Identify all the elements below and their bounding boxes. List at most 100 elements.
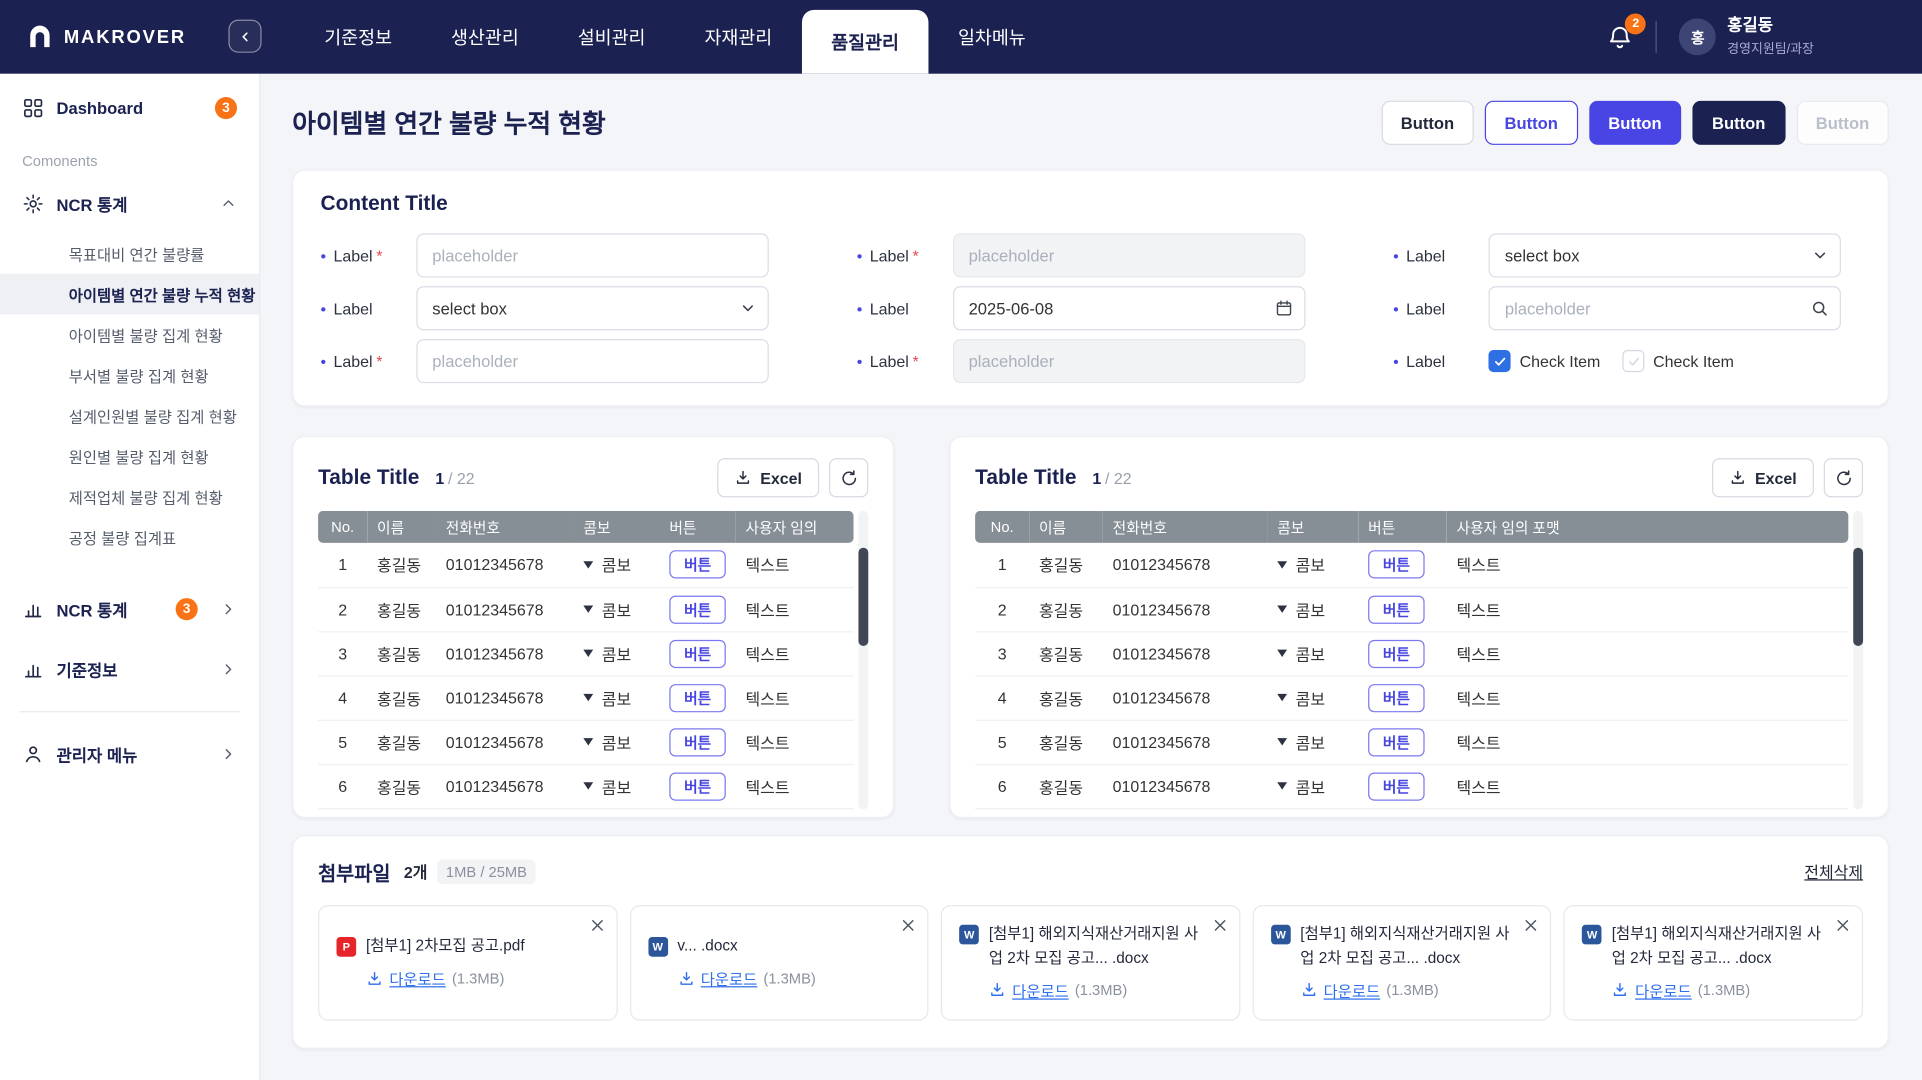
- table-scrollbar[interactable]: [1853, 511, 1863, 809]
- checkbox[interactable]: Check Item: [1622, 350, 1733, 372]
- sidebar-submenu-item[interactable]: 목표대비 연간 불량률: [0, 233, 259, 274]
- nav-item[interactable]: 자재관리: [675, 0, 802, 74]
- excel-button[interactable]: Excel: [717, 458, 819, 497]
- search-input[interactable]: [1489, 286, 1841, 330]
- combo-dropdown[interactable]: 콤보: [1277, 553, 1325, 576]
- download-link[interactable]: 다운로드 (1.3MB): [989, 979, 1222, 1002]
- sidebar-submenu-item[interactable]: 원인별 불량 집계 현황: [0, 436, 259, 477]
- form-field: •Label: [857, 286, 1325, 330]
- user-menu[interactable]: 홍길동 경영지원팀/과장: [1727, 16, 1814, 57]
- combo-dropdown[interactable]: 콤보: [1277, 730, 1325, 753]
- nav-item[interactable]: 품질관리: [802, 10, 929, 74]
- checkbox-box[interactable]: [1622, 350, 1644, 372]
- sidebar-submenu-item[interactable]: 부서별 불량 집계 현황: [0, 355, 259, 396]
- close-icon[interactable]: [1523, 917, 1539, 933]
- select-box[interactable]: select box: [1489, 233, 1841, 277]
- close-icon[interactable]: [1835, 917, 1851, 933]
- sidebar-submenu-item[interactable]: 아이템별 연간 불량 누적 현황: [0, 274, 259, 315]
- nav-item[interactable]: 생산관리: [421, 0, 548, 74]
- sidebar-collapse-button[interactable]: [228, 20, 261, 53]
- scrollbar-thumb[interactable]: [858, 548, 868, 646]
- action-button[interactable]: Button: [1381, 101, 1474, 145]
- nav-item[interactable]: 기준정보: [295, 0, 422, 74]
- avatar[interactable]: 홍: [1679, 18, 1716, 55]
- combo-dropdown[interactable]: 콤보: [1277, 774, 1325, 797]
- refresh-button[interactable]: [829, 458, 868, 497]
- combo-dropdown[interactable]: 콤보: [1277, 642, 1325, 665]
- date-input[interactable]: [953, 286, 1305, 330]
- logo[interactable]: MAKROVER: [0, 24, 260, 50]
- row-action-button[interactable]: 버튼: [669, 728, 726, 756]
- download-link[interactable]: 다운로드 (1.3MB): [366, 967, 599, 990]
- nav-item[interactable]: 일차메뉴: [928, 0, 1055, 74]
- table-row[interactable]: 3 홍길동 01012345678 콤보 버튼 텍스트: [975, 631, 1848, 675]
- download-link[interactable]: 다운로드 (1.3MB): [1612, 979, 1845, 1002]
- sidebar-submenu-item[interactable]: 설계인원별 불량 집계 현황: [0, 395, 259, 436]
- close-icon[interactable]: [589, 917, 605, 933]
- checkbox[interactable]: Check Item: [1489, 350, 1600, 372]
- row-action-button[interactable]: 버튼: [669, 551, 726, 579]
- table-row[interactable]: 1 홍길동 01012345678 콤보 버튼 텍스트: [975, 543, 1848, 587]
- sidebar-submenu-item[interactable]: 공정 불량 집계표: [0, 517, 259, 558]
- cell-name: 홍길동: [367, 631, 436, 675]
- sidebar-item-base-info[interactable]: 기준정보: [0, 642, 259, 696]
- row-action-button[interactable]: 버튼: [669, 639, 726, 667]
- table-row[interactable]: 5 홍길동 01012345678 콤보 버튼 텍스트: [318, 720, 853, 764]
- action-button[interactable]: Button: [1589, 101, 1682, 145]
- combo-dropdown[interactable]: 콤보: [583, 730, 631, 753]
- excel-button[interactable]: Excel: [1712, 458, 1814, 497]
- row-action-button[interactable]: 버튼: [1368, 728, 1425, 756]
- scrollbar-thumb[interactable]: [1853, 548, 1863, 646]
- text-input[interactable]: [416, 339, 768, 383]
- combo-dropdown[interactable]: 콤보: [583, 553, 631, 576]
- table-row[interactable]: 1 홍길동 01012345678 콤보 버튼 텍스트: [318, 543, 853, 587]
- row-action-button[interactable]: 버튼: [669, 683, 726, 711]
- row-action-button[interactable]: 버튼: [1368, 551, 1425, 579]
- sidebar-submenu-item[interactable]: 제적업체 불량 집계 현황: [0, 477, 259, 518]
- cell-phone: 01012345678: [436, 631, 574, 675]
- table-row[interactable]: 6 홍길동 01012345678 콤보 버튼 텍스트: [318, 764, 853, 808]
- sidebar-group-ncr-stats[interactable]: NCR 통계: [0, 177, 259, 231]
- table-row[interactable]: 6 홍길동 01012345678 콤보 버튼 텍스트: [975, 764, 1848, 808]
- cell-phone: 01012345678: [1103, 587, 1268, 631]
- row-action-button[interactable]: 버튼: [1368, 683, 1425, 711]
- table-scrollbar[interactable]: [858, 511, 868, 809]
- close-icon[interactable]: [1212, 917, 1228, 933]
- table-row[interactable]: 4 홍길동 01012345678 콤보 버튼 텍스트: [318, 675, 853, 719]
- select-value: select box: [1505, 246, 1580, 264]
- table-row[interactable]: 2 홍길동 01012345678 콤보 버튼 텍스트: [975, 587, 1848, 631]
- action-button[interactable]: Button: [1692, 101, 1785, 145]
- row-action-button[interactable]: 버튼: [669, 595, 726, 623]
- sidebar-item-dashboard[interactable]: Dashboard 3: [0, 81, 259, 135]
- nav-item[interactable]: 설비관리: [548, 0, 675, 74]
- combo-dropdown[interactable]: 콤보: [583, 686, 631, 709]
- notifications-button[interactable]: 2: [1607, 23, 1634, 50]
- combo-dropdown[interactable]: 콤보: [1277, 597, 1325, 620]
- text-input[interactable]: [416, 233, 768, 277]
- table-row[interactable]: 2 홍길동 01012345678 콤보 버튼 텍스트: [318, 587, 853, 631]
- refresh-button[interactable]: [1824, 458, 1863, 497]
- sidebar-item-ncr-stats2[interactable]: NCR 통계 3: [0, 582, 259, 636]
- combo-dropdown[interactable]: 콤보: [583, 774, 631, 797]
- row-action-button[interactable]: 버튼: [1368, 639, 1425, 667]
- combo-dropdown[interactable]: 콤보: [1277, 686, 1325, 709]
- close-icon[interactable]: [900, 917, 916, 933]
- sidebar-item-admin-menu[interactable]: 관리자 메뉴: [0, 727, 259, 781]
- row-action-button[interactable]: 버튼: [1368, 595, 1425, 623]
- download-link[interactable]: 다운로드 (1.3MB): [1300, 979, 1533, 1002]
- row-action-button[interactable]: 버튼: [669, 772, 726, 800]
- delete-all-link[interactable]: 전체삭제: [1804, 860, 1863, 883]
- table-row[interactable]: 4 홍길동 01012345678 콤보 버튼 텍스트: [975, 675, 1848, 719]
- row-action-button[interactable]: 버튼: [1368, 772, 1425, 800]
- checkbox-box[interactable]: [1489, 350, 1511, 372]
- select-box[interactable]: select box: [416, 286, 768, 330]
- cell-phone: 01012345678: [436, 720, 574, 764]
- table-row[interactable]: 5 홍길동 01012345678 콤보 버튼 텍스트: [975, 720, 1848, 764]
- download-link[interactable]: 다운로드 (1.3MB): [677, 967, 910, 990]
- action-button[interactable]: Button: [1796, 101, 1889, 145]
- combo-dropdown[interactable]: 콤보: [583, 597, 631, 620]
- action-button[interactable]: Button: [1485, 101, 1578, 145]
- combo-dropdown[interactable]: 콤보: [583, 642, 631, 665]
- table-row[interactable]: 3 홍길동 01012345678 콤보 버튼 텍스트: [318, 631, 853, 675]
- sidebar-submenu-item[interactable]: 아이템별 불량 집계 현황: [0, 314, 259, 355]
